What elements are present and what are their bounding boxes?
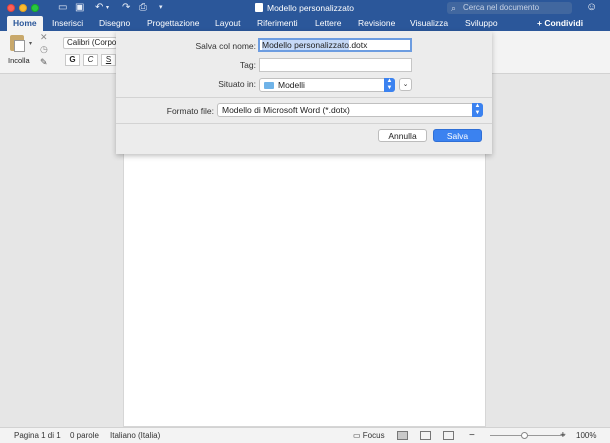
- copy-icon[interactable]: ◷: [40, 44, 48, 55]
- save-as-label: Salva col nome:: [195, 41, 256, 51]
- bold-button[interactable]: G: [65, 54, 80, 66]
- share-icon: +: [537, 18, 542, 28]
- document-icon: [255, 3, 263, 12]
- share-button[interactable]: + Condividi: [537, 16, 583, 31]
- zoom-level[interactable]: 100%: [576, 428, 596, 443]
- outline-view-icon[interactable]: [443, 431, 454, 440]
- cancel-button[interactable]: Annulla: [378, 129, 427, 142]
- share-label: Condividi: [544, 18, 584, 28]
- word-count[interactable]: 0 parole: [70, 428, 99, 443]
- save-dialog: Salva col nome: Modello personalizzato.d…: [116, 31, 492, 154]
- document-page[interactable]: [123, 153, 486, 427]
- format-painter-icon[interactable]: ✎: [40, 57, 48, 68]
- tags-input[interactable]: [259, 58, 412, 72]
- save-button[interactable]: Salva: [433, 129, 482, 142]
- close-window-button[interactable]: [7, 4, 15, 12]
- cut-icon[interactable]: ✕: [40, 32, 48, 43]
- expand-dialog-button[interactable]: ⌄: [399, 78, 412, 91]
- location-value: Modelli: [278, 80, 305, 90]
- dialog-divider-2: [116, 123, 492, 124]
- search-placeholder: Cerca nel documento: [463, 3, 540, 12]
- tab-revisione[interactable]: Revisione: [358, 16, 395, 31]
- smiley-icon[interactable]: ☺: [586, 1, 597, 14]
- format-stepper-icon: ▲ ▼: [472, 103, 483, 117]
- filename-selected-text: Modello personalizzato: [262, 40, 349, 50]
- filename-extension: .dotx: [348, 40, 368, 50]
- search-input[interactable]: ⌕ Cerca nel documento: [447, 2, 572, 14]
- tab-home[interactable]: Home: [7, 16, 43, 31]
- tab-riferimenti[interactable]: Riferimenti: [257, 16, 298, 31]
- language-status[interactable]: Italiano (Italia): [110, 428, 160, 443]
- window-title: Modello personalizzato: [255, 2, 354, 14]
- paste-dropdown-icon[interactable]: ▾: [29, 40, 32, 47]
- print-icon[interactable]: ⎙: [139, 2, 147, 14]
- zoom-out-icon[interactable]: −: [469, 428, 475, 443]
- status-bar: Pagina 1 di 1 0 parole Italiano (Italia)…: [0, 427, 610, 443]
- maximize-window-button[interactable]: [31, 4, 39, 12]
- underline-button[interactable]: S: [101, 54, 116, 66]
- zoom-in-icon[interactable]: +: [560, 428, 566, 443]
- tab-lettere[interactable]: Lettere: [315, 16, 341, 31]
- focus-label: Focus: [362, 431, 385, 440]
- web-layout-view-icon[interactable]: [420, 431, 431, 440]
- location-label: Situato in:: [218, 79, 256, 89]
- print-layout-view-icon[interactable]: [397, 431, 408, 440]
- search-icon: ⌕: [451, 3, 457, 13]
- location-select[interactable]: Modelli ▲ ▼: [259, 78, 395, 92]
- tab-visualizza[interactable]: Visualizza: [410, 16, 448, 31]
- tab-disegno[interactable]: Disegno: [99, 16, 130, 31]
- page-count[interactable]: Pagina 1 di 1: [14, 428, 61, 443]
- zoom-slider-thumb[interactable]: [521, 432, 528, 439]
- undo-dropdown-icon[interactable]: ▾: [106, 2, 109, 14]
- customize-toolbar-icon[interactable]: ▾: [159, 2, 163, 14]
- paste-label: Incolla: [8, 56, 30, 65]
- location-stepper-icon: ▲ ▼: [384, 78, 395, 92]
- minimize-window-button[interactable]: [19, 4, 27, 12]
- filename-input[interactable]: Modello personalizzato.dotx: [258, 38, 412, 52]
- title-bar: ▭ ▣ ↶ ▾ ↷ ⎙ ▾ Modello personalizzato ⌕ C…: [0, 0, 610, 16]
- paste-icon[interactable]: [10, 35, 25, 52]
- folder-icon: [264, 82, 274, 89]
- undo-icon[interactable]: ↶: [95, 2, 103, 14]
- tags-label: Tag:: [239, 60, 256, 70]
- italic-button[interactable]: C: [83, 54, 98, 66]
- tab-progettazione[interactable]: Progettazione: [147, 16, 199, 31]
- redo-icon[interactable]: ↷: [122, 2, 130, 14]
- focus-icon: ▭: [353, 431, 361, 440]
- tab-inserisci[interactable]: Inserisci: [52, 16, 83, 31]
- font-name-select[interactable]: Calibri (Corpo): [63, 37, 117, 49]
- format-select[interactable]: Modello di Microsoft Word (*.dotx) ▲ ▼: [217, 103, 483, 117]
- tab-layout[interactable]: Layout: [215, 16, 241, 31]
- save-icon[interactable]: ▣: [75, 2, 84, 14]
- dialog-divider: [116, 97, 492, 98]
- format-value: Modello di Microsoft Word (*.dotx): [222, 105, 350, 115]
- sidebar-toggle-icon[interactable]: ▭: [58, 2, 67, 14]
- tab-sviluppo[interactable]: Sviluppo: [465, 16, 498, 31]
- ribbon-tabs: Home Inserisci Disegno Progettazione Lay…: [0, 16, 610, 31]
- focus-button[interactable]: ▭ Focus: [353, 428, 385, 443]
- format-label: Formato file:: [166, 106, 214, 116]
